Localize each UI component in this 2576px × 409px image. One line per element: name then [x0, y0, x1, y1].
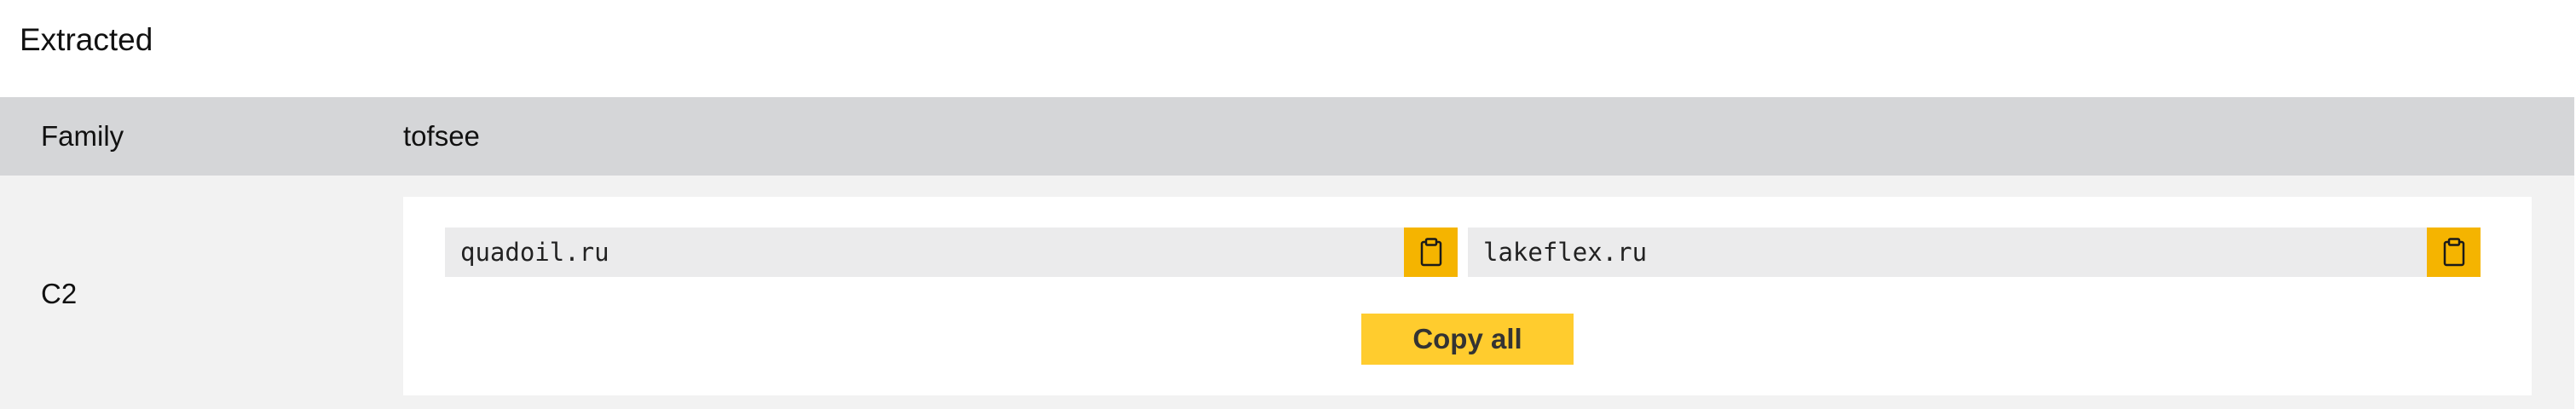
section-title: Extracted — [20, 22, 153, 57]
c2-label: C2 — [41, 278, 78, 309]
c2-entry-value: lakeflex.ru — [1483, 238, 1648, 267]
copy-c2-entry-button[interactable] — [1404, 228, 1458, 277]
clipboard-icon — [2443, 238, 2464, 267]
c2-row: C2 quadoil.ru lakeflex.ru Copy all — [0, 176, 2574, 409]
copy-all-button[interactable]: Copy all — [1361, 314, 1574, 365]
c2-entry-field[interactable]: lakeflex.ru — [1468, 228, 2427, 277]
extracted-panel: Extracted Family tofsee C2 quadoil.ru la… — [0, 0, 2576, 409]
family-value: tofsee — [403, 120, 480, 152]
clipboard-icon — [1420, 238, 1441, 267]
c2-card: quadoil.ru lakeflex.ru Copy all — [403, 197, 2532, 395]
family-row: Family tofsee — [0, 97, 2574, 176]
c2-entry-value: quadoil.ru — [460, 238, 609, 267]
copy-c2-entry-button[interactable] — [2427, 228, 2481, 277]
c2-entry-field[interactable]: quadoil.ru — [445, 228, 1404, 277]
family-label: Family — [41, 120, 124, 152]
